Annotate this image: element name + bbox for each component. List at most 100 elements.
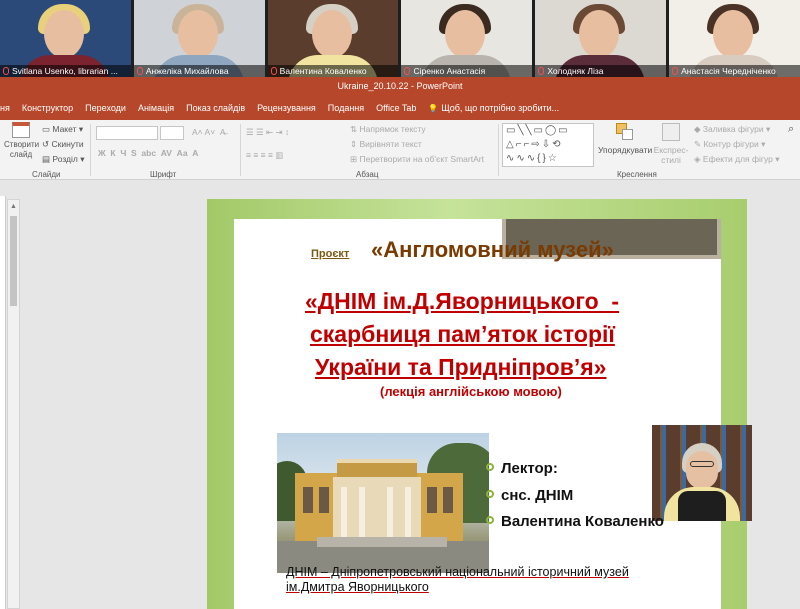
museum-photo bbox=[277, 433, 489, 573]
arrange-button[interactable]: Упорядкувати bbox=[598, 123, 652, 155]
thumbnail-pane bbox=[0, 196, 6, 609]
separator bbox=[240, 124, 241, 176]
bullet-position: снс. ДНІМ bbox=[486, 487, 573, 504]
shape-outline-button[interactable]: ✎ Контур фігури ▾ bbox=[694, 139, 765, 150]
new-slide-label: Створити слайд bbox=[4, 140, 40, 159]
layout-label: Макет bbox=[52, 124, 77, 134]
lecturer-photo bbox=[652, 425, 752, 521]
participant-name: Svitlana Usenko, librarian ... bbox=[0, 65, 131, 77]
group-slides-label: Слайди bbox=[32, 170, 61, 179]
group-paragraph-label: Абзац bbox=[356, 170, 379, 179]
layout-icon: ▭ bbox=[42, 124, 53, 134]
scroll-thumb[interactable] bbox=[10, 216, 17, 306]
arrange-icon bbox=[616, 123, 634, 141]
participant-name: Анастасія Чередніченко bbox=[669, 65, 800, 77]
ribbon-tab[interactable]: Показ слайдів bbox=[186, 103, 245, 113]
participant-tile[interactable]: Холодняк Ліза bbox=[535, 0, 667, 77]
separator bbox=[498, 124, 499, 176]
text-direction-label: Напрямок тексту bbox=[359, 124, 426, 134]
font-format-buttons[interactable]: Ж К Ч S abc AV Aa A bbox=[98, 148, 198, 158]
window-title: Ukraine_20.10.22 - PowerPoint bbox=[0, 77, 800, 96]
bullet-dot-icon bbox=[486, 463, 494, 471]
shape-fill-button[interactable]: ◆ Заливка фігури ▾ bbox=[694, 124, 770, 135]
participant-tile[interactable]: Svitlana Usenko, librarian ... bbox=[0, 0, 131, 77]
scroll-up-icon[interactable]: ▲ bbox=[10, 203, 17, 210]
slide-title-line-2: скарбниця пам’яток історії bbox=[310, 321, 615, 347]
shape-effects-label: Ефекти для фігур bbox=[702, 154, 773, 164]
shape-outline-label: Контур фігури bbox=[703, 139, 759, 149]
mic-muted-icon bbox=[136, 67, 143, 75]
shape-effects-button[interactable]: ◈ Ефекти для фігур ▾ bbox=[694, 154, 780, 165]
smartart-button[interactable]: ⊞ Перетворити на об'єкт SmartArt bbox=[350, 154, 484, 165]
quick-styles-button[interactable]: Експрес-стилі bbox=[652, 123, 690, 165]
bullet-dot-icon bbox=[486, 490, 494, 498]
group-font-label: Шрифт bbox=[150, 170, 177, 179]
participant-name: Сіренко Анастасія bbox=[401, 65, 533, 77]
slide-title-line-1: «ДНІМ ім.Д.Яворницького - bbox=[305, 288, 620, 314]
reset-label: Скинути bbox=[51, 139, 84, 149]
shapes-gallery[interactable]: ▭╲╲▭◯▭ △⌐⌐⇨⇩⟲ ∿∿∿{}☆ bbox=[502, 123, 594, 167]
ribbon-tab[interactable]: Рецензування bbox=[257, 103, 316, 113]
bullet-name: Валентина Коваленко bbox=[486, 513, 664, 530]
font-family-select[interactable] bbox=[96, 126, 158, 140]
bullet-dot-icon bbox=[486, 516, 494, 524]
align-text-label: Вирівняти текст bbox=[359, 139, 422, 149]
reset-button[interactable]: ↺ Скинути bbox=[42, 139, 84, 150]
ribbon-tab[interactable]: Переходи bbox=[85, 103, 126, 113]
footer-line-1: ДНІМ – Дніпропетровський національний іс… bbox=[286, 565, 629, 579]
project-title: «Англомовний музей» bbox=[371, 237, 614, 262]
participant-face bbox=[311, 10, 352, 58]
align-icons[interactable]: ≡ ≡ ≡ ≡ ▥ bbox=[246, 150, 283, 161]
mic-muted-icon bbox=[270, 67, 277, 75]
bullets-icon[interactable]: ☰ ☰ ⇤ ⇥ ↕ bbox=[246, 127, 289, 138]
arrange-label: Упорядкувати bbox=[598, 145, 653, 155]
participant-tile[interactable]: Анжеліка Михайлова bbox=[133, 0, 265, 77]
ribbon: Створити слайд ▭ Макет ▾ ↺ Скинути ▤ Роз… bbox=[0, 120, 800, 180]
mic-muted-icon bbox=[672, 67, 679, 75]
bullet-text: Валентина Коваленко bbox=[501, 513, 664, 530]
ribbon-tab[interactable]: Анімація bbox=[138, 103, 174, 113]
search-icon[interactable]: ⌕ bbox=[788, 123, 794, 136]
ribbon-tab[interactable]: Щоб, що потрібно зробити... bbox=[441, 103, 559, 113]
quick-styles-label: Експрес-стилі bbox=[653, 145, 689, 165]
section-icon: ▤ bbox=[42, 154, 53, 164]
participant-name: Анжеліка Михайлова bbox=[133, 65, 265, 77]
participant-tile[interactable]: Сіренко Анастасія bbox=[401, 0, 533, 77]
ribbon-tab[interactable]: Office Tab bbox=[376, 103, 416, 113]
vertical-scrollbar[interactable]: ▲ bbox=[7, 199, 20, 609]
ribbon-tab[interactable]: Конструктор bbox=[22, 103, 73, 113]
quick-styles-icon bbox=[662, 123, 680, 141]
separator bbox=[90, 124, 91, 176]
participant-face bbox=[713, 10, 754, 58]
mic-muted-icon bbox=[3, 67, 9, 75]
participant-face bbox=[44, 10, 84, 58]
ribbon-tab[interactable]: ня bbox=[0, 103, 10, 113]
participant-name: Холодняк Ліза bbox=[535, 65, 667, 77]
bullet-lecturer: Лектор: bbox=[486, 460, 558, 477]
ribbon-tab[interactable]: Подання bbox=[328, 103, 364, 113]
slide-content-area: Проєкт «Англомовний музей» «ДНІМ ім.Д.Яв… bbox=[234, 219, 752, 609]
ribbon-tabs: ня Конструктор Переходи Анімація Показ слайд… bbox=[0, 96, 800, 120]
footer-line-2: ім.Дмитра Яворницького bbox=[286, 580, 429, 594]
section-label: Розділ bbox=[52, 154, 78, 164]
participant-face bbox=[177, 10, 218, 58]
bullet-text: снс. ДНІМ bbox=[501, 487, 574, 504]
font-size-select[interactable] bbox=[160, 126, 184, 140]
slide-title-line-3: України та Придніпров’я» bbox=[315, 354, 607, 380]
text-direction-button[interactable]: ⇅ Напрямок тексту bbox=[350, 124, 426, 135]
grow-font-icon[interactable]: A˄ A˅ A̶ bbox=[192, 127, 226, 137]
section-button[interactable]: ▤ Розділ ▾ bbox=[42, 154, 85, 165]
group-drawing-label: Креслення bbox=[617, 170, 657, 179]
layout-button[interactable]: ▭ Макет ▾ bbox=[42, 124, 83, 135]
project-label: Проєкт bbox=[311, 248, 350, 260]
participant-face bbox=[579, 10, 620, 58]
align-text-button[interactable]: ⇕ Вирівняти текст bbox=[350, 139, 422, 150]
smartart-label: Перетворити на об'єкт SmartArt bbox=[359, 154, 484, 164]
participant-tile[interactable]: Анастасія Чередніченко bbox=[669, 0, 800, 77]
participant-name: Валентина Коваленко bbox=[267, 65, 399, 77]
new-slide-button[interactable]: Створити слайд bbox=[4, 122, 40, 160]
bullet-text: Лектор: bbox=[501, 460, 558, 477]
slide-canvas[interactable]: Проєкт «Англомовний музей» «ДНІМ ім.Д.Яв… bbox=[207, 199, 752, 609]
participant-face bbox=[445, 10, 486, 58]
participant-tile[interactable]: Валентина Коваленко bbox=[267, 0, 399, 77]
